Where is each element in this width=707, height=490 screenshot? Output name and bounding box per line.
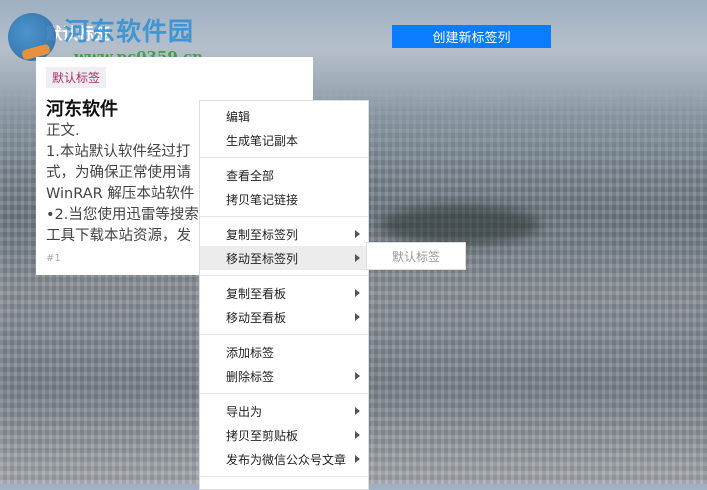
menu-item[interactable]: 生成笔记副本 bbox=[200, 128, 368, 152]
menu-item-label: 复制至标签列 bbox=[226, 227, 299, 242]
menu-separator bbox=[200, 275, 368, 276]
board-title: 默认标签 bbox=[46, 24, 111, 43]
menu-item-label: 拷贝至剪贴板 bbox=[226, 428, 299, 443]
menu-item[interactable]: 导出为 bbox=[200, 399, 368, 423]
chevron-right-icon bbox=[355, 230, 360, 238]
menu-item[interactable]: 复制至标签列 bbox=[200, 222, 368, 246]
chevron-right-icon bbox=[355, 313, 360, 321]
menu-separator bbox=[200, 216, 368, 217]
menu-item[interactable]: 删除标签 bbox=[200, 364, 368, 388]
note-number: #1 bbox=[46, 253, 61, 264]
menu-item-label: 添加标签 bbox=[226, 345, 275, 360]
chevron-right-icon bbox=[355, 372, 360, 380]
menu-item-label: 移动至看板 bbox=[226, 310, 287, 325]
background-park bbox=[380, 205, 540, 245]
menu-item[interactable]: 复制至看板 bbox=[200, 281, 368, 305]
menu-item[interactable]: 添加标签 bbox=[200, 340, 368, 364]
menu-item[interactable]: 查看全部 bbox=[200, 163, 368, 187]
menu-item-label: 查看全部 bbox=[226, 168, 275, 183]
chevron-right-icon bbox=[355, 455, 360, 463]
menu-item-label: 导出为 bbox=[226, 404, 263, 419]
menu-item-label: 生成笔记副本 bbox=[226, 133, 299, 148]
chevron-right-icon bbox=[355, 407, 360, 415]
chevron-right-icon bbox=[355, 431, 360, 439]
submenu-item-default-tag[interactable]: 默认标签 bbox=[366, 242, 466, 270]
menu-item-label: 发布为微信公众号文章 bbox=[226, 452, 347, 467]
menu-item[interactable]: 移动至标签列 bbox=[200, 246, 368, 270]
menu-item[interactable]: 移动至看板 bbox=[200, 305, 368, 329]
menu-separator bbox=[200, 476, 368, 477]
menu-separator bbox=[200, 393, 368, 394]
context-menu: 编辑生成笔记副本 查看全部拷贝笔记链接 复制至标签列 移动至标签列 复制至看板移动至看板… bbox=[199, 100, 369, 490]
menu-item[interactable]: 发布为微信公众号文章 bbox=[200, 447, 368, 471]
menu-item[interactable]: 编辑 bbox=[200, 104, 368, 128]
menu-item-label: 复制至看板 bbox=[226, 286, 287, 301]
menu-item-label: 拷贝笔记链接 bbox=[226, 192, 299, 207]
note-tag[interactable]: 默认标签 bbox=[46, 67, 107, 88]
chevron-right-icon bbox=[355, 289, 360, 297]
menu-separator bbox=[200, 334, 368, 335]
create-tag-column-button[interactable]: 创建新标签列 bbox=[392, 25, 551, 48]
menu-item-label: 编辑 bbox=[226, 109, 251, 124]
menu-item[interactable]: 拷贝至剪贴板 bbox=[200, 423, 368, 447]
menu-item-label: 删除标签 bbox=[226, 369, 275, 384]
menu-separator bbox=[200, 157, 368, 158]
menu-item[interactable]: 拷贝笔记链接 bbox=[200, 187, 368, 211]
menu-item-label: 移动至标签列 bbox=[226, 251, 299, 266]
chevron-right-icon bbox=[355, 254, 360, 262]
